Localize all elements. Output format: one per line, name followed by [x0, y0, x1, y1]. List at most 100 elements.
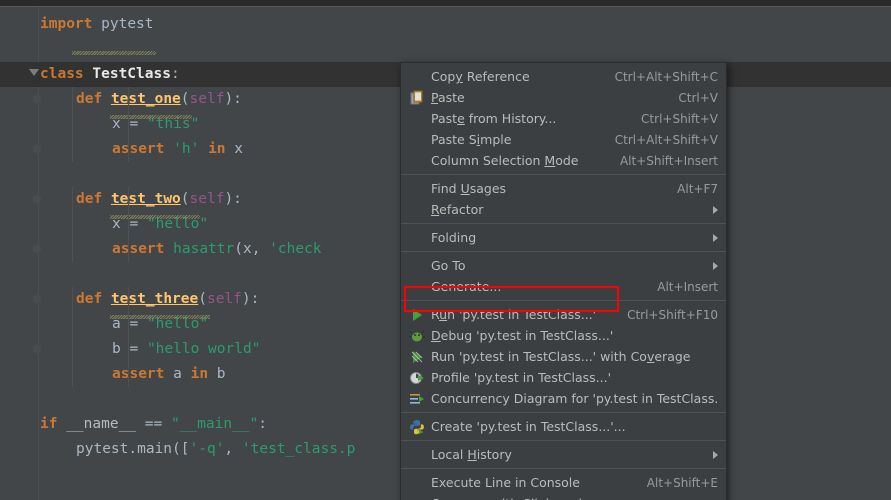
menu-item-run-py-test-in-testclass-with-coverage[interactable]: Run 'py.test in TestClass...' with Cover…: [401, 346, 726, 367]
menu-item-concurrency-diagram-for-py-test-in-testc[interactable]: Concurrency Diagram for 'py.test in Test…: [401, 388, 726, 409]
code-token: [199, 141, 208, 157]
fold-dot-icon[interactable]: [33, 195, 41, 203]
code-token: 'test_class.p: [242, 441, 356, 457]
fold-dot-icon[interactable]: [33, 245, 41, 253]
menu-item-generate[interactable]: Generate...Alt+Insert: [401, 276, 726, 297]
code-token: import: [40, 16, 92, 32]
no-icon: [407, 230, 426, 246]
menu-item-go-to[interactable]: Go To: [401, 255, 726, 276]
fold-dot-icon[interactable]: [33, 295, 41, 303]
code-token: ):: [242, 291, 259, 307]
code-token: assert: [112, 366, 164, 382]
menu-item-shortcut: Ctrl+Shift+V: [641, 112, 718, 126]
coverage-icon: [407, 349, 426, 365]
code-token: __name__: [66, 416, 136, 432]
code-token: b: [208, 366, 225, 382]
code-token: [102, 291, 111, 307]
inspection-squiggle: [110, 115, 192, 119]
fold-arrow-icon[interactable]: [29, 69, 39, 76]
code-token: class: [40, 66, 84, 82]
code-token: TestClass: [92, 66, 171, 82]
concurrency-icon: [407, 391, 426, 407]
code-token: test_three: [111, 291, 198, 307]
menu-item-run-py-test-in-testclass[interactable]: Run 'py.test in TestClass...'Ctrl+Shift+…: [401, 304, 726, 325]
menu-item-column-selection-mode[interactable]: Column Selection Mode Alt+Shift+Insert: [401, 150, 726, 171]
code-token: if: [40, 416, 57, 432]
menu-separator: [401, 174, 726, 175]
menu-item-shortcut: Alt+Shift+E: [647, 476, 718, 490]
code-token: def: [76, 91, 102, 107]
menu-item-shortcut: Ctrl+Alt+Shift+V: [615, 133, 718, 147]
fold-dot-icon[interactable]: [33, 145, 41, 153]
menu-item-paste-from-history[interactable]: Paste from History...Ctrl+Shift+V: [401, 108, 726, 129]
fold-dot-icon[interactable]: [33, 345, 41, 353]
no-icon: [407, 279, 426, 295]
code-token: [102, 91, 111, 107]
menu-item-label: Run 'py.test in TestClass...' with Cover…: [431, 349, 718, 364]
indent-guide: [128, 187, 129, 262]
menu-item-local-history[interactable]: Local History: [401, 444, 726, 465]
menu-item-debug-py-test-in-testclass[interactable]: Debug 'py.test in TestClass...': [401, 325, 726, 346]
context-menu[interactable]: Copy ReferenceCtrl+Alt+Shift+CPasteCtrl+…: [400, 62, 727, 500]
submenu-arrow-icon: [713, 206, 718, 214]
code-token: (: [198, 291, 207, 307]
menu-item-label: Local History: [431, 447, 703, 462]
code-token: (: [181, 91, 190, 107]
no-icon: [407, 475, 426, 491]
menu-item-label: Folding: [431, 230, 703, 245]
indent-guide: [72, 87, 73, 162]
menu-item-label: Column Selection Mode: [431, 153, 610, 168]
code-token: =: [121, 341, 147, 357]
no-icon: [407, 447, 426, 463]
menu-item-label: Refactor: [431, 202, 703, 217]
menu-item-execute-line-in-console[interactable]: Execute Line in Console Alt+Shift+E: [401, 472, 726, 493]
no-icon: [407, 202, 426, 218]
code-token: ,: [224, 441, 241, 457]
menu-item-find-usages[interactable]: Find UsagesAlt+F7: [401, 178, 726, 199]
inspection-squiggle: [110, 215, 200, 219]
menu-separator: [401, 468, 726, 469]
code-line[interactable]: import pytest: [0, 12, 891, 37]
code-token: ==: [136, 416, 171, 432]
code-token: "hello world": [147, 341, 261, 357]
menu-item-folding[interactable]: Folding: [401, 227, 726, 248]
code-token: a: [164, 366, 190, 382]
code-token: :: [171, 66, 180, 82]
menu-item-paste[interactable]: PasteCtrl+V: [401, 87, 726, 108]
indent-guide: [128, 287, 129, 387]
menu-item-label: Execute Line in Console: [431, 475, 637, 490]
menu-item-label: Copy Reference: [431, 69, 605, 84]
code-token: [226, 141, 235, 157]
submenu-arrow-icon: [713, 262, 718, 270]
menu-item-refactor[interactable]: Refactor: [401, 199, 726, 220]
run-icon: [407, 307, 426, 323]
menu-separator: [401, 440, 726, 441]
menu-item-shortcut: Ctrl+Shift+F10: [627, 308, 718, 322]
menu-separator: [401, 412, 726, 413]
indent-guide: [72, 187, 73, 262]
code-token: (x,: [234, 241, 269, 257]
menu-item-copy-reference[interactable]: Copy ReferenceCtrl+Alt+Shift+C: [401, 66, 726, 87]
no-icon: [407, 258, 426, 274]
code-token: pytest: [76, 441, 128, 457]
menu-item-paste-simple[interactable]: Paste SimpleCtrl+Alt+Shift+V: [401, 129, 726, 150]
code-token: ):: [224, 91, 241, 107]
code-line[interactable]: [0, 37, 891, 62]
menu-separator: [401, 223, 726, 224]
menu-item-label: Create 'py.test in TestClass...'...: [431, 419, 718, 434]
menu-item-compare-with-clipboard[interactable]: Compare with Clipboard: [401, 493, 726, 500]
submenu-arrow-icon: [713, 451, 718, 459]
code-token: .main([: [128, 441, 189, 457]
fold-dot-icon[interactable]: [33, 95, 41, 103]
menu-item-create-py-test-in-testclass[interactable]: Create 'py.test in TestClass...'...: [401, 416, 726, 437]
code-token: in: [191, 366, 208, 382]
code-token: self: [190, 91, 225, 107]
code-token: ):: [224, 191, 241, 207]
no-icon: [407, 69, 426, 85]
menu-item-profile-py-test-in-testclass[interactable]: Profile 'py.test in TestClass...': [401, 367, 726, 388]
code-token: "__main__": [171, 416, 258, 432]
code-token: [57, 416, 66, 432]
menu-item-shortcut: Alt+Shift+Insert: [620, 154, 718, 168]
code-token: in: [208, 141, 225, 157]
code-token: pytest: [101, 16, 153, 32]
